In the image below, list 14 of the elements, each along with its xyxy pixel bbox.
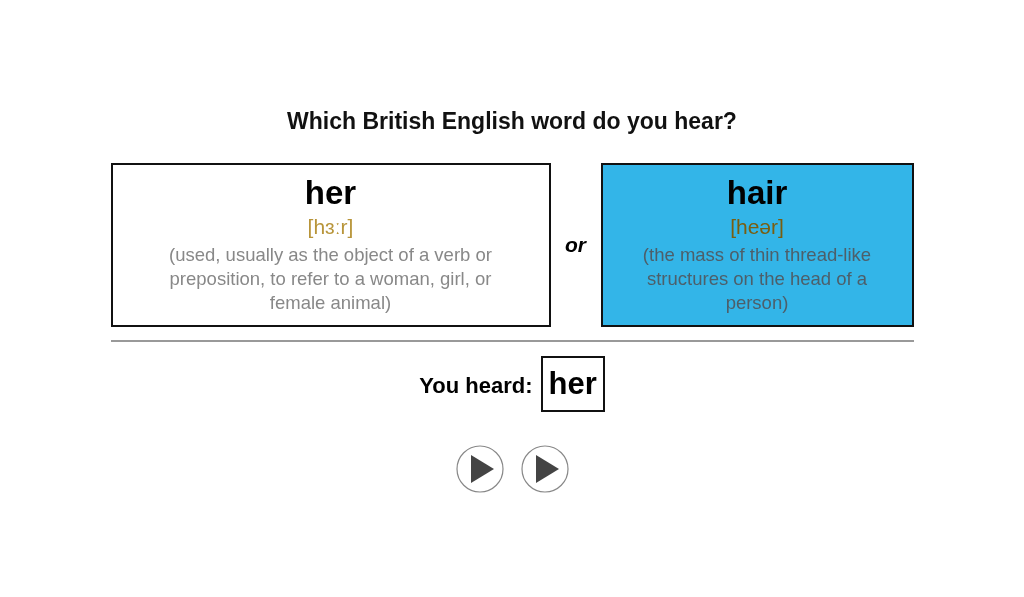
question: Which British English word do you hear? [287, 108, 737, 136]
definition: (used, usually as the object of a verb or preposition, to refer to a woman, girl, or female animal) [168, 243, 493, 315]
word: her [304, 173, 357, 213]
or-label: or [564, 233, 588, 257]
definition: (the mass of thin thread-like structures on the head of a person) [641, 243, 873, 315]
play-button[interactable] [455, 445, 504, 493]
heard-word: her [540, 356, 605, 412]
play-button[interactable] [520, 445, 569, 493]
phonetic: [hɜːr] [307, 214, 354, 240]
result-label: You heard: [419, 373, 533, 399]
answer-card[interactable]: her [hɜːr] (used, usually as the object of a verb or preposition, to refer to a woman, girl, or female animal) [110, 163, 551, 327]
word: hair [726, 173, 788, 213]
answer-card[interactable]: hair [heər] (the mass of thin thread-like structures on the head of a person) [600, 163, 914, 327]
phonetic: [heər] [730, 214, 784, 240]
